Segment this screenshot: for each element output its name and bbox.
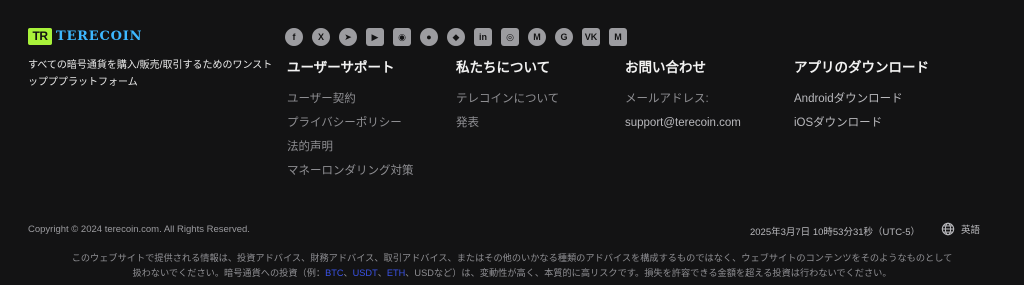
language-label: 英語 [960, 225, 980, 236]
current-datetime: 2025年3月7日 10時53分31秒（UTC-5） [749, 227, 920, 238]
link-announcements[interactable]: 発表 [456, 116, 559, 131]
column-title-contact: お問い合わせ [625, 60, 706, 75]
coin-usdt: USDT [352, 268, 378, 278]
vk-icon[interactable]: VK [582, 28, 600, 46]
disclaimer-line-1: このウェブサイトで提供される情報は、投資アドバイス、財務アドバイス、取引アドバイ… [71, 253, 953, 263]
column-title-about: 私たちについて [456, 60, 551, 75]
copyright: Copyright © 2024 terecoin.com. All Right… [28, 224, 250, 235]
reddit-icon[interactable]: ● [420, 28, 438, 46]
tagline: すべての暗号通貨を購入/販売/取引するためのワンストップププラットフォーム [28, 60, 273, 88]
disclaimer-text-b: 、USDなど）は、変動性が高く、本質的に高リスクです。損失を許容できる金額を超え… [405, 268, 892, 278]
social-links: f X ➤ ▶ ◉ ● ◆ in ◎ M G VK M [285, 28, 627, 46]
facebook-icon[interactable]: f [285, 28, 303, 46]
instagram-icon[interactable]: ◎ [501, 28, 519, 46]
footer-column-about: 私たちについて テレコインについて 発表 [456, 56, 559, 140]
link-user-agreement[interactable]: ユーザー契約 [287, 92, 414, 107]
coin-eth: ETH [386, 268, 406, 278]
footer-column-contact: お問い合わせ メールアドレス: support@terecoin.com [625, 56, 741, 140]
link-legal-statement[interactable]: 法的声明 [287, 140, 414, 155]
discord-icon[interactable]: ◉ [393, 28, 411, 46]
telegram-icon[interactable]: ➤ [339, 28, 357, 46]
footer-column-app: アプリのダウンロード Androidダウンロード iOSダウンロード [794, 56, 929, 140]
link-privacy-policy[interactable]: プライバシーポリシー [287, 116, 414, 131]
disclaimer-sep-2: 、 [377, 268, 387, 278]
footer-column-support: ユーザーサポート ユーザー契約 プライバシーポリシー 法的声明 マネーロンダリン… [287, 56, 414, 188]
disclaimer-sep-1: 、 [343, 268, 353, 278]
link-android-download[interactable]: Androidダウンロード [794, 92, 929, 107]
link-ios-download[interactable]: iOSダウンロード [794, 116, 929, 131]
email-link[interactable]: support@terecoin.com [625, 116, 741, 131]
x-icon[interactable]: X [312, 28, 330, 46]
column-title-app: アプリのダウンロード [794, 60, 929, 75]
logo-text: TERECOIN [56, 29, 143, 44]
linkedin-icon[interactable]: in [474, 28, 492, 46]
link-about-terecoin[interactable]: テレコインについて [456, 92, 559, 107]
coin-btc: BTC [325, 268, 344, 278]
coingecko-icon[interactable]: G [555, 28, 573, 46]
disclaimer-line-2: 扱わないでください。暗号通貨への投資（例：BTC、USDT、ETH、USDなど）… [18, 266, 1006, 281]
medium-icon[interactable]: M [609, 28, 627, 46]
disclaimer: このウェブサイトで提供される情報は、投資アドバイス、財務アドバイス、取引アドバイ… [18, 251, 1006, 281]
column-title-support: ユーザーサポート [287, 60, 395, 75]
link-aml[interactable]: マネーロンダリング対策 [287, 164, 414, 179]
email-label: メールアドレス: [625, 93, 709, 105]
globe-icon [941, 222, 955, 236]
coinmarketcap-icon[interactable]: M [528, 28, 546, 46]
logo[interactable]: TR TERECOIN [28, 28, 278, 45]
youtube-icon[interactable]: ▶ [366, 28, 384, 46]
logo-mark-icon: TR [28, 28, 52, 45]
github-icon[interactable]: ◆ [447, 28, 465, 46]
brand-block: TR TERECOIN すべての暗号通貨を購入/販売/取引するためのワンストップ… [28, 28, 278, 91]
language-selector[interactable]: 英語 [941, 222, 980, 236]
disclaimer-text-a: 扱わないでください。暗号通貨への投資（例： [132, 268, 326, 278]
